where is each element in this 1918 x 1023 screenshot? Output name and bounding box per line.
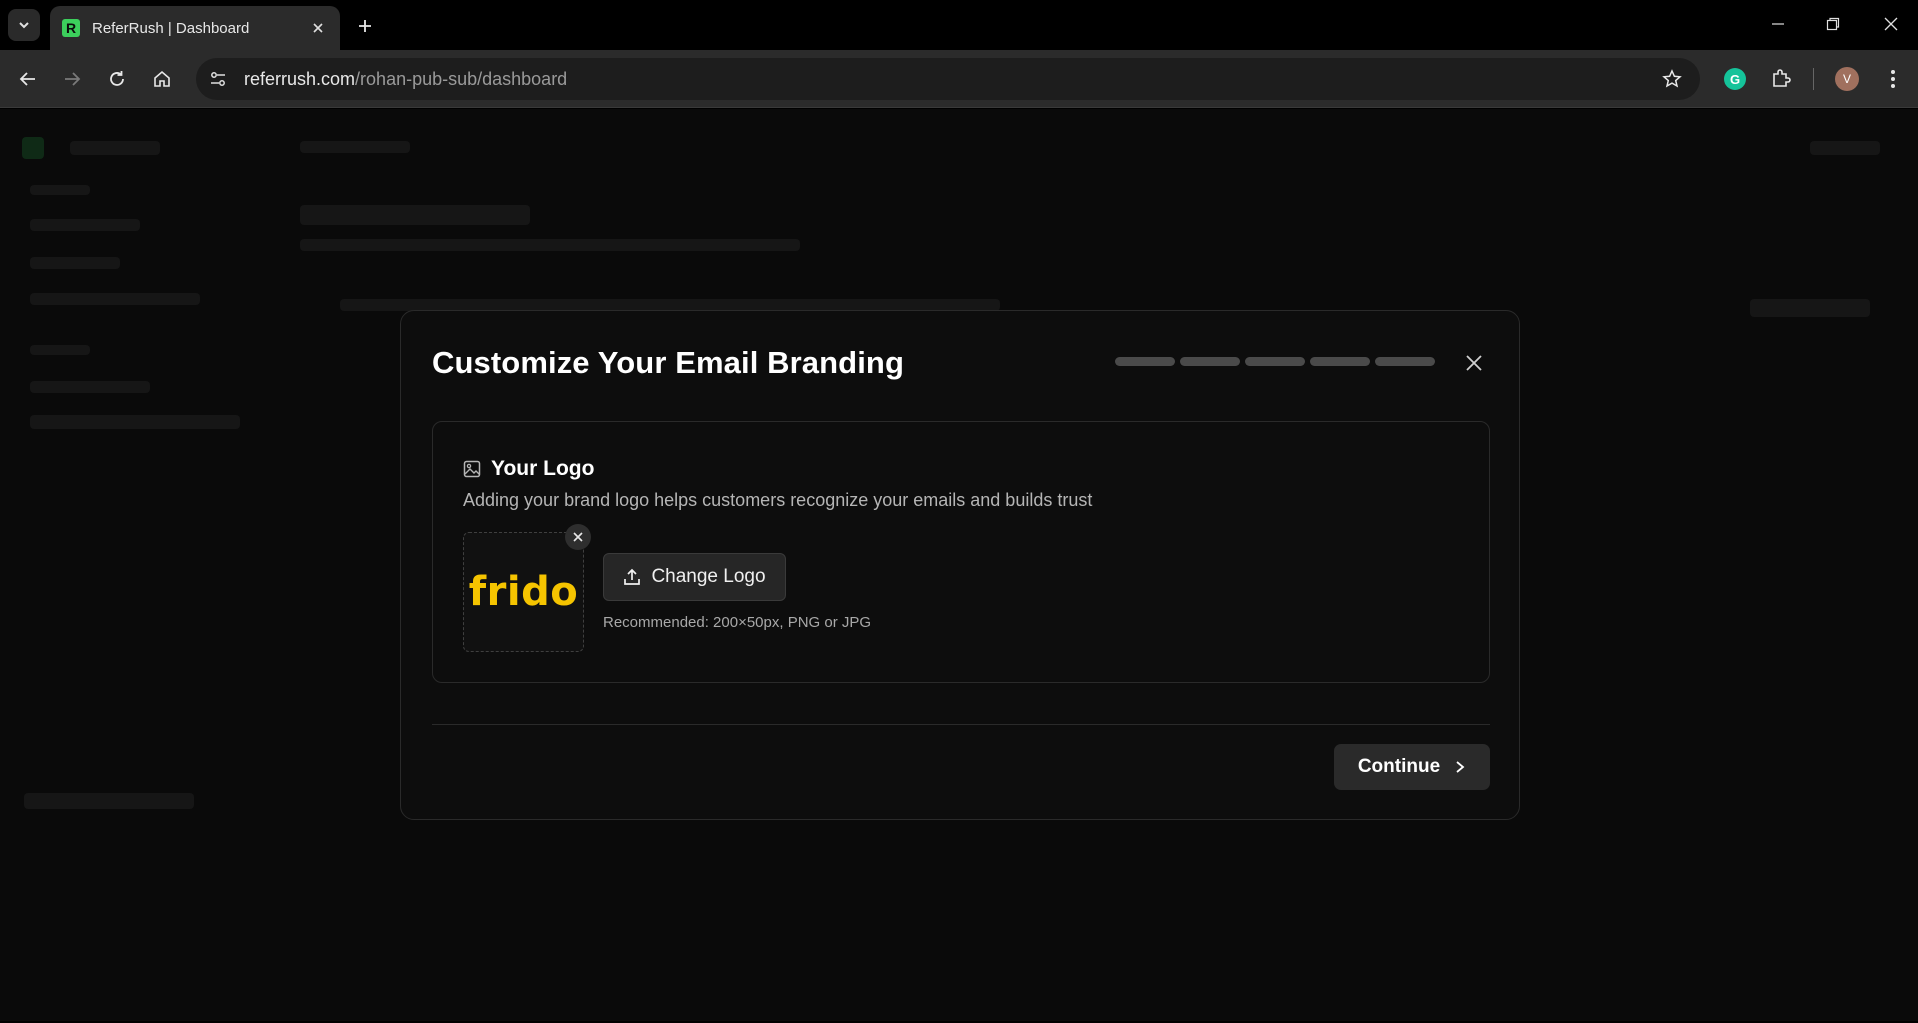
- dimmed-page-subtitle: [300, 239, 800, 251]
- tab-close-button[interactable]: [308, 18, 328, 38]
- dimmed-nav-item: [30, 293, 200, 305]
- frido-logo: frido: [468, 569, 579, 615]
- close-icon: [313, 23, 323, 33]
- bookmark-button[interactable]: [1660, 67, 1684, 91]
- dimmed-nav-heading: [30, 345, 90, 355]
- referrush-favicon-icon: R: [62, 19, 80, 37]
- dimmed-nav-heading: [30, 185, 90, 195]
- tab-search-button[interactable]: [8, 9, 40, 41]
- address-bar[interactable]: referrush.com/rohan-pub-sub/dashboard: [196, 58, 1700, 100]
- arrow-left-icon: [19, 72, 35, 86]
- window-close-button[interactable]: [1871, 8, 1911, 40]
- tab-title: ReferRush | Dashboard: [92, 19, 250, 37]
- star-icon: [1662, 69, 1682, 88]
- puzzle-icon: [1773, 69, 1791, 87]
- extensions-button[interactable]: [1767, 65, 1795, 93]
- toolbar-separator: [1813, 68, 1814, 90]
- step-progress-indicator: [1115, 357, 1435, 366]
- browser-tab[interactable]: R ReferRush | Dashboard: [50, 6, 340, 50]
- progress-step: [1180, 357, 1240, 366]
- modal-footer-divider: [432, 724, 1490, 725]
- logo-recommendation-text: Recommended: 200×50px, PNG or JPG: [603, 614, 872, 631]
- arrow-right-icon: [65, 72, 81, 86]
- tab-bar: R ReferRush | Dashboard: [0, 0, 1918, 50]
- dimmed-nav-item: [30, 381, 150, 393]
- close-icon: [573, 532, 583, 542]
- dimmed-user-footer: [24, 793, 194, 809]
- change-logo-button[interactable]: Change Logo: [603, 553, 786, 601]
- dimmed-nav-item: [30, 415, 240, 429]
- more-vertical-icon: [1891, 70, 1895, 88]
- reload-button[interactable]: [101, 63, 133, 95]
- avatar: V: [1835, 67, 1859, 91]
- dimmed-logo: [22, 137, 44, 159]
- minimize-button[interactable]: [1758, 8, 1798, 40]
- continue-label: Continue: [1357, 756, 1441, 777]
- dimmed-action-button: [1750, 299, 1870, 317]
- site-info-button[interactable]: [202, 63, 234, 95]
- restore-button[interactable]: [1813, 8, 1853, 40]
- browser-toolbar: referrush.com/rohan-pub-sub/dashboard G …: [0, 50, 1918, 108]
- forward-button[interactable]: [56, 63, 88, 95]
- email-branding-modal: Customize Your Email Branding Your Logo …: [400, 310, 1520, 820]
- home-icon: [154, 70, 170, 87]
- dimmed-brand: [70, 141, 160, 155]
- url-host: referrush.com: [244, 68, 356, 89]
- progress-step: [1245, 357, 1305, 366]
- progress-step: [1310, 357, 1370, 366]
- grammarly-icon: G: [1724, 68, 1746, 90]
- dimmed-header-actions: [1810, 141, 1880, 155]
- logo-section-title: Your Logo: [491, 457, 595, 480]
- reload-icon: [110, 71, 124, 86]
- modal-close-button[interactable]: [1460, 349, 1488, 377]
- logo-section-description: Adding your brand logo helps customers r…: [463, 490, 1093, 510]
- browser-menu-button[interactable]: [1879, 65, 1907, 93]
- home-button[interactable]: [146, 63, 178, 95]
- logo-section-card: Your Logo Adding your brand logo helps c…: [432, 421, 1490, 683]
- back-button[interactable]: [12, 63, 44, 95]
- dimmed-breadcrumb: [300, 141, 410, 153]
- dimmed-nav-item: [30, 219, 140, 231]
- change-logo-label: Change Logo: [651, 566, 766, 587]
- logo-preview: frido: [463, 532, 584, 652]
- dimmed-page-title: [300, 205, 530, 225]
- remove-logo-button[interactable]: [565, 524, 591, 550]
- restore-icon: [1826, 17, 1840, 31]
- grammarly-extension-button[interactable]: G: [1721, 65, 1749, 93]
- profile-button[interactable]: V: [1833, 65, 1861, 93]
- continue-button[interactable]: Continue: [1334, 744, 1490, 790]
- minimize-icon: [1772, 23, 1784, 25]
- progress-step: [1375, 357, 1435, 366]
- close-icon: [1884, 17, 1898, 31]
- new-tab-button[interactable]: [352, 13, 378, 39]
- modal-title: Customize Your Email Branding: [432, 345, 904, 380]
- url-text: referrush.com/rohan-pub-sub/dashboard: [244, 69, 567, 90]
- plus-icon: [359, 20, 371, 32]
- chevron-down-icon: [19, 22, 29, 29]
- dimmed-nav-item: [30, 257, 120, 269]
- close-icon: [1466, 355, 1482, 371]
- url-path: /rohan-pub-sub/dashboard: [355, 68, 568, 89]
- chevron-right-icon: [1456, 761, 1465, 773]
- progress-step: [1115, 357, 1175, 366]
- tune-icon: [211, 72, 225, 86]
- image-icon: [463, 460, 481, 478]
- upload-icon: [624, 568, 641, 585]
- logo-section-header: Your Logo: [463, 457, 594, 481]
